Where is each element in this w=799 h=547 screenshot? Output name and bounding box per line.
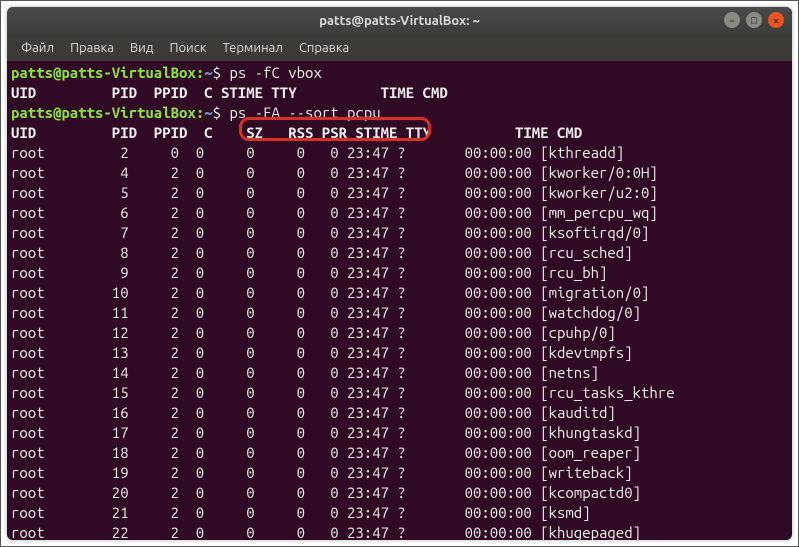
titlebar: patts@patts-VirtualBox: ~ – □ × bbox=[7, 7, 792, 35]
menubar: Файл Правка Вид Поиск Терминал Справка bbox=[7, 35, 792, 61]
close-button[interactable]: × bbox=[768, 12, 784, 28]
menu-edit[interactable]: Правка bbox=[62, 41, 122, 55]
menu-file[interactable]: Файл bbox=[13, 41, 62, 55]
window-controls: – □ × bbox=[724, 12, 784, 28]
menu-search[interactable]: Поиск bbox=[161, 41, 214, 55]
terminal-window: patts@patts-VirtualBox: ~ – □ × Файл Пра… bbox=[7, 7, 792, 540]
menu-view[interactable]: Вид bbox=[122, 41, 162, 55]
window-title: patts@patts-VirtualBox: ~ bbox=[319, 14, 480, 28]
menu-help[interactable]: Справка bbox=[291, 41, 357, 55]
minimize-button[interactable]: – bbox=[724, 12, 740, 28]
terminal-output[interactable]: patts@patts-VirtualBox:~$ ps -fC vboxUID… bbox=[7, 61, 792, 540]
menu-terminal[interactable]: Терминал bbox=[214, 41, 290, 55]
maximize-button[interactable]: □ bbox=[746, 12, 762, 28]
